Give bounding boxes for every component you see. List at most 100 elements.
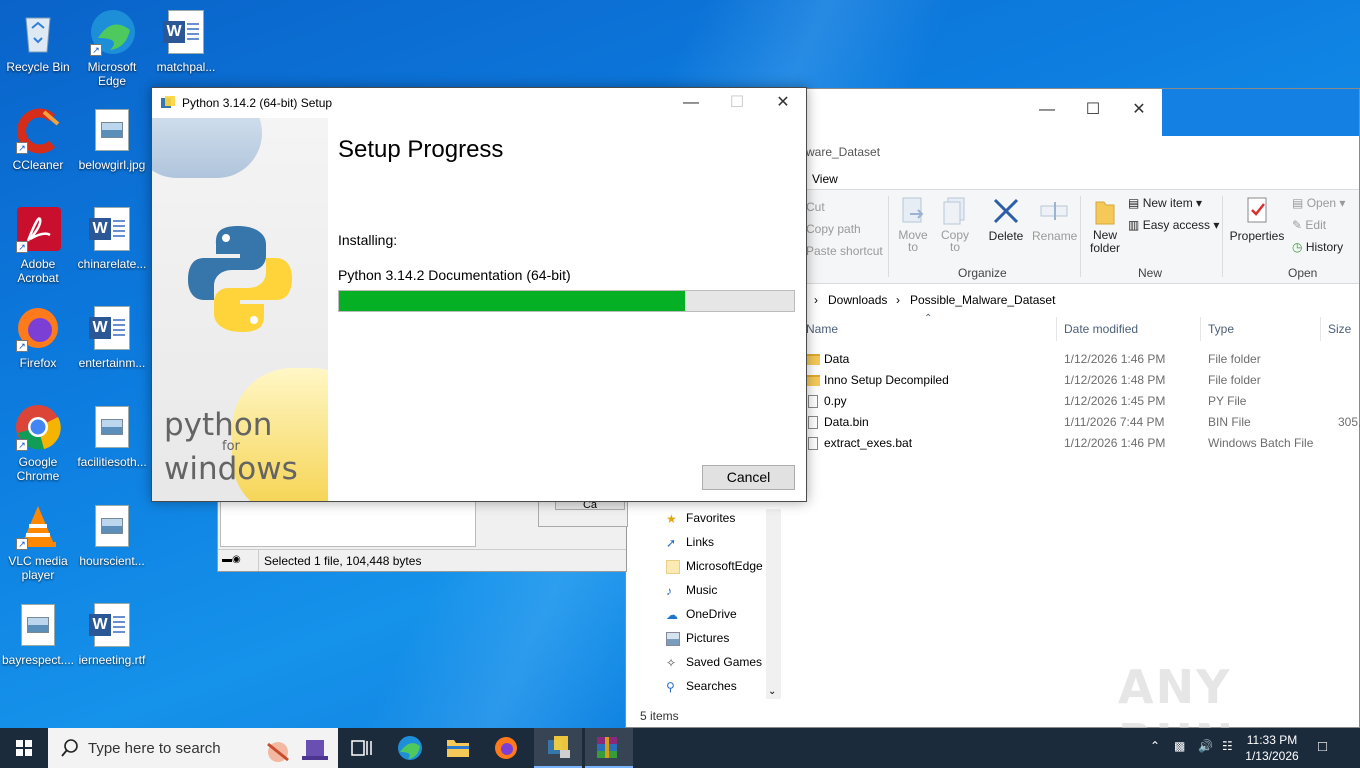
nav-item-saved-games[interactable]: ✧ Saved Games — [666, 655, 762, 677]
file-row[interactable]: extract_exes.bat 1/12/2026 1:46 PM Windo… — [806, 433, 1359, 454]
archive-status-bar: ▬◉ Selected 1 file, 104,448 bytes — [218, 549, 626, 571]
column-name[interactable]: Name — [806, 322, 838, 336]
nav-item-favorites[interactable]: ★ Favorites — [666, 511, 735, 533]
desktop-icon-facilitiesoth[interactable]: facilitiesoth... — [74, 403, 150, 469]
desktop-icon-entertainm[interactable]: W entertainm... — [74, 304, 150, 370]
paste-shortcut-button[interactable]: Paste shortcut — [806, 244, 883, 258]
taskbar-search-box[interactable]: Type here to search — [48, 728, 338, 768]
breadcrumb-folder[interactable]: Possible_Malware_Dataset — [910, 293, 1055, 307]
history-button[interactable]: ◷ History — [1292, 240, 1343, 254]
desktop-icon-ierneeting[interactable]: W ierneeting.rtf — [74, 601, 150, 667]
desktop-icon-firefox[interactable]: ↗ Firefox — [0, 304, 76, 370]
new-item-button[interactable]: ▤ New item ▾ — [1128, 196, 1202, 210]
new-folder-button[interactable]: New folder — [1086, 196, 1124, 255]
vlc-icon: ↗ — [14, 502, 62, 550]
taskbar-file-explorer[interactable] — [434, 728, 482, 768]
taskbar-edge[interactable] — [386, 728, 434, 768]
edit-icon: ✎ — [1292, 218, 1303, 232]
open-button[interactable]: ▤ Open ▾ — [1292, 196, 1345, 210]
nav-item-searches[interactable]: ⚲ Searches — [666, 679, 737, 701]
close-button[interactable]: ✕ — [1116, 95, 1162, 125]
ccleaner-icon: ↗ — [14, 106, 62, 154]
chevron-up-icon[interactable]: ⌃ — [1150, 739, 1160, 753]
rename-button[interactable]: Rename — [1032, 196, 1077, 243]
group-new: New — [1138, 266, 1163, 280]
desktop-icon-chinarelate[interactable]: W chinarelate... — [74, 205, 150, 271]
nav-scrollbar[interactable]: ⌄ — [766, 509, 781, 699]
network-icon[interactable]: ☷ — [1222, 739, 1233, 753]
delete-button[interactable]: Delete — [986, 196, 1026, 243]
desktop-icon-ccleaner[interactable]: ↗ CCleaner — [0, 106, 76, 172]
minimize-button[interactable]: — — [1024, 95, 1070, 125]
tab-view[interactable]: View — [812, 172, 838, 186]
copy-path-button[interactable]: Copy path — [806, 222, 861, 236]
taskbar-winrar[interactable] — [585, 728, 633, 768]
clock-time: 11:33 PM — [1246, 733, 1298, 747]
notification-icon[interactable]: □ — [1318, 738, 1327, 755]
setup-titlebar[interactable]: Python 3.14.2 (64-bit) Setup — ☐ ✕ — [152, 88, 806, 118]
taskbar: Type here to search ⌃ ▩ 🔊 ☷ 11:33 PM 1/1… — [0, 728, 1360, 768]
volume-icon[interactable]: 🔊 — [1198, 739, 1213, 753]
move-to-button[interactable]: Move to — [898, 196, 928, 253]
windows-logo-icon — [16, 740, 32, 756]
desktop-icon-bayrespect[interactable]: bayrespect.... — [0, 601, 76, 667]
new-item-icon: ▤ — [1128, 196, 1140, 210]
address-bar[interactable]: › Downloads › Possible_Malware_Dataset — [806, 289, 1359, 311]
copy-to-button[interactable]: Copy to — [940, 196, 970, 253]
nav-item-microsoftedge[interactable]: MicrosoftEdge — [666, 559, 763, 581]
shortcut-arrow-icon: ↗ — [90, 44, 102, 56]
desktop-icon-label: entertainm... — [78, 356, 146, 370]
cancel-button[interactable]: Cancel — [702, 465, 795, 490]
desktop-icon-edge[interactable]: ↗ Microsoft Edge — [74, 8, 150, 88]
file-row[interactable]: Inno Setup Decompiled 1/12/2026 1:48 PM … — [806, 370, 1359, 391]
minimize-button[interactable]: — — [668, 88, 714, 118]
python-file-icon — [808, 395, 818, 409]
file-row[interactable]: Data 1/12/2026 1:46 PM File folder — [806, 349, 1359, 370]
history-icon: ◷ — [1292, 240, 1303, 254]
selection-status: Selected 1 file, 104,448 bytes — [264, 554, 422, 568]
desktop-icon-acrobat[interactable]: ↗ Adobe Acrobat — [0, 205, 76, 285]
drive-icon: ▬◉ — [222, 554, 241, 565]
desktop-icon-matchpal[interactable]: W matchpal... — [148, 8, 224, 74]
breadcrumb-downloads[interactable]: Downloads — [828, 293, 887, 307]
desktop-icon-hourscient[interactable]: hourscient... — [74, 502, 150, 568]
python-logo-icon — [188, 226, 292, 332]
nav-item-music[interactable]: ♪ Music — [666, 583, 717, 605]
maximize-button[interactable]: ☐ — [1070, 95, 1116, 125]
column-size[interactable]: Size — [1328, 322, 1351, 336]
word-document-icon: W — [163, 10, 204, 54]
close-button[interactable]: ✕ — [760, 88, 806, 118]
desktop-icon-chrome[interactable]: ↗ Google Chrome — [0, 403, 76, 483]
word-document-icon: W — [89, 207, 130, 251]
firefox-icon: ↗ — [14, 304, 62, 352]
edit-button[interactable]: ✎ Edit — [1292, 218, 1326, 232]
taskbar-firefox[interactable] — [482, 728, 530, 768]
new-folder-icon — [1095, 201, 1115, 225]
nav-item-links[interactable]: ➚ Links — [666, 535, 714, 557]
nav-item-pictures[interactable]: Pictures — [666, 631, 729, 653]
properties-button[interactable]: Properties — [1228, 196, 1286, 243]
system-clock[interactable]: 11:33 PM 1/13/2026 — [1240, 732, 1304, 764]
taskbar-python-setup[interactable] — [534, 728, 582, 768]
file-row[interactable]: Data.bin 1/11/2026 7:44 PM BIN File 305,… — [806, 412, 1360, 433]
meet-now-icon[interactable]: ▩ — [1174, 739, 1185, 753]
desktop-icon-belowgirl[interactable]: belowgirl.jpg — [74, 106, 150, 172]
column-date[interactable]: Date modified — [1064, 322, 1138, 336]
gamepad-icon: ✧ — [666, 655, 677, 670]
group-open: Open — [1288, 266, 1318, 280]
nav-item-onedrive[interactable]: ☁ OneDrive — [666, 607, 737, 629]
chevron-down-icon[interactable]: ⌄ — [768, 686, 776, 697]
column-type[interactable]: Type — [1208, 322, 1234, 336]
desktop-icon-vlc[interactable]: ↗ VLC media player — [0, 502, 76, 582]
cut-button[interactable]: Cut — [806, 200, 825, 214]
desktop-icon-recycle-bin[interactable]: Recycle Bin — [0, 8, 76, 74]
easy-access-button[interactable]: ▥ Easy access ▾ — [1128, 218, 1219, 232]
background-archive-window[interactable]: Ca ▬◉ Selected 1 file, 104,448 bytes — [217, 498, 628, 572]
task-view-button[interactable] — [338, 728, 386, 768]
folder-icon — [666, 559, 680, 574]
python-installer-icon — [548, 736, 570, 758]
recycle-bin-icon — [14, 8, 62, 56]
python-setup-dialog[interactable]: Python 3.14.2 (64-bit) Setup — ☐ ✕ pytho… — [151, 87, 807, 502]
start-button[interactable] — [0, 728, 48, 768]
file-row[interactable]: 0.py 1/12/2026 1:45 PM PY File — [806, 391, 1359, 412]
